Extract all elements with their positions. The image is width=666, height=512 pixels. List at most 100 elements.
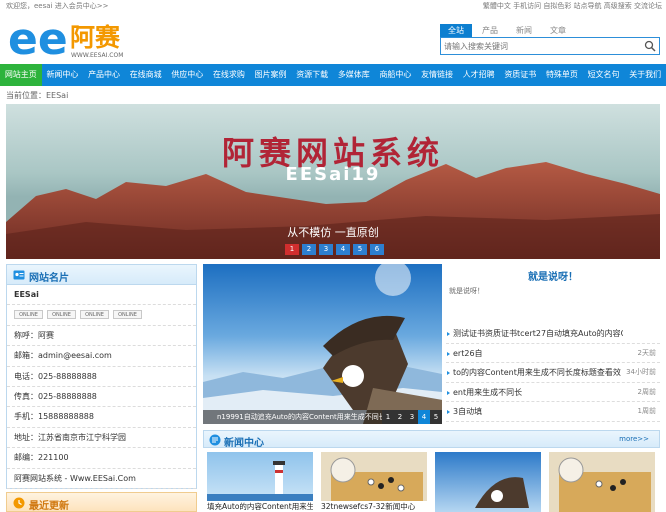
update-icon [13, 497, 25, 509]
news-more-link[interactable]: more>> [619, 435, 649, 443]
contact-fax: 传真：025-88888888 [7, 387, 196, 408]
top-bar: 欢迎您，eesai 进入会员中心>> 繁體中文 手机访问 自拟色彩 站点导航 高… [0, 0, 666, 12]
logo-brand: 阿赛 [70, 23, 121, 52]
news-thumb[interactable] [435, 452, 541, 512]
nav-item-about[interactable]: 关于我们 [624, 64, 666, 86]
list-item[interactable]: to的内容Content用来生成不同长度标题查看效 34小时前 [446, 363, 660, 383]
list-item[interactable]: ert26自 2天前 [446, 344, 660, 364]
top-links[interactable]: 繁體中文 手机访问 自拟色彩 站点导航 高级搜索 交流论坛 [483, 1, 662, 11]
list-item-title[interactable]: ent用来生成不同长 [453, 383, 522, 403]
featured-dot-5[interactable]: 5 [430, 410, 442, 424]
banner-dot-6[interactable]: 6 [370, 244, 384, 255]
list-item-title[interactable]: to的内容Content用来生成不同长度标题查看效 [453, 363, 621, 383]
site-logo[interactable]: ee 阿赛 WWW.EESAI.COM [6, 12, 134, 65]
search-tab-all[interactable]: 全站 [440, 24, 472, 37]
news-center-header: 新闻中心 more>> [203, 430, 660, 449]
featured-dot-4[interactable]: 4 [418, 410, 430, 424]
recent-updates-title: 最近更新 [29, 501, 69, 512]
nav-item-links[interactable]: 友情链接 [416, 64, 458, 86]
banner-dot-1[interactable]: 1 [285, 244, 299, 255]
banner-dot-4[interactable]: 4 [336, 244, 350, 255]
banner-slideshow[interactable]: 阿赛网站系统 EESai19 从不模仿 一直原创 1 2 3 4 5 6 [6, 104, 660, 259]
qq-online-button[interactable]: ONLINE [14, 310, 43, 320]
nav-item-news[interactable]: 新闻中心 [42, 64, 84, 86]
contact-name: 称呼：阿赛 [7, 326, 196, 347]
go-board-image-2 [558, 457, 651, 512]
news-thumb[interactable]: 32tnewsefcs7-32新闻中心 [321, 452, 427, 512]
banner-dot-5[interactable]: 5 [353, 244, 367, 255]
search-tabs: 全站 产品 新闻 文章 [440, 24, 574, 37]
news-thumb[interactable]: 填充Auto的内容Content用来生 [207, 452, 313, 512]
news-icon [209, 434, 221, 446]
logo-letters: ee [8, 14, 68, 62]
site-card: 网站名片 EESai ONLINE ONLINE ONLINE ONLINE 称呼：阿… [6, 264, 197, 489]
list-item-title[interactable]: 测试证书资质证书tcert27自动填充Auto的内容Content用来 [453, 324, 623, 344]
company-name: EESai [7, 285, 196, 306]
list-item-title[interactable]: ert26自 [453, 344, 483, 364]
news-thumbnails: 填充Auto的内容Content用来生 32tnewsefcs7-32新闻中心 [203, 452, 663, 512]
list-item-title[interactable]: 3自动填 [453, 402, 482, 422]
logo-site: WWW.EESAI.COM [71, 52, 123, 59]
featured-pager: 1 2 3 4 5 [382, 410, 442, 424]
nav-item-media[interactable]: 多媒体库 [333, 64, 375, 86]
list-item-time: 1周前 [637, 407, 656, 415]
nav-item-cases[interactable]: 图片案例 [250, 64, 292, 86]
headline-desc: 就是说呀！ [449, 287, 484, 295]
nav-item-jobs[interactable]: 人才招聘 [458, 64, 500, 86]
contact-zip: 邮编：221100 [7, 448, 196, 469]
site-link[interactable]: 阿赛网站系统 - Www.EESai.Com [7, 469, 196, 489]
nav-item-supply[interactable]: 供应中心 [167, 64, 209, 86]
search-box [440, 37, 660, 55]
site-card-header: 网站名片 [7, 265, 196, 285]
news-thumb-caption[interactable]: 32tnewsefcs7-32新闻中心 [321, 501, 427, 512]
search-tab-product[interactable]: 产品 [474, 24, 506, 37]
qq-online-button[interactable]: ONLINE [47, 310, 76, 320]
news-thumb-caption[interactable]: 填充Auto的内容Content用来生 [207, 501, 313, 512]
nav-item-shop[interactable]: 在线商城 [125, 64, 167, 86]
featured-slideshow[interactable]: n19991自动追充Auto的内容Content用来生成不同长 1 2 3 4 … [203, 264, 442, 424]
search-tab-article[interactable]: 文章 [542, 24, 574, 37]
search-icon[interactable] [644, 40, 656, 52]
nav-item-special[interactable]: 特殊单页 [541, 64, 583, 86]
nav-item-buy[interactable]: 在线求购 [208, 64, 250, 86]
banner-subtitle: EESai19 [285, 164, 381, 185]
search-input[interactable] [441, 38, 637, 54]
featured-dot-3[interactable]: 3 [406, 410, 418, 424]
nav-item-quotes[interactable]: 短文名句 [583, 64, 625, 86]
search-tab-news[interactable]: 新闻 [508, 24, 540, 37]
featured-dot-1[interactable]: 1 [382, 410, 394, 424]
nav-item-trade[interactable]: 商船中心 [375, 64, 417, 86]
nav-item-products[interactable]: 产品中心 [83, 64, 125, 86]
recent-updates-header: 最近更新 [6, 492, 197, 512]
list-item-time: 34小时前 [626, 368, 656, 376]
list-item[interactable]: ent用来生成不同长 2周前 [446, 383, 660, 403]
nav-item-home[interactable]: 网站主页 [0, 64, 42, 86]
breadcrumb: 当前位置：EESai [6, 91, 69, 100]
qq-online-button[interactable]: ONLINE [80, 310, 109, 320]
welcome-text[interactable]: 欢迎您，eesai 进入会员中心>> [6, 1, 108, 11]
eagle-image [203, 264, 442, 424]
list-item-time: 2天前 [637, 348, 656, 357]
headline-title[interactable]: 就是说呀！ [446, 268, 660, 283]
news-thumb[interactable] [549, 452, 655, 512]
qq-online-button[interactable]: ONLINE [113, 310, 142, 320]
contact-mobile: 手机：15888888888 [7, 407, 196, 428]
id-card-icon [13, 270, 25, 280]
main-nav: 网站主页 新闻中心 产品中心 在线商城 供应中心 在线求购 图片案例 资源下载 … [0, 64, 666, 86]
nav-item-downloads[interactable]: 资源下载 [291, 64, 333, 86]
contact-address: 地址：江苏省南京市江宁科学园 [7, 428, 196, 449]
banner-slogan: 从不模仿 一直原创 [287, 226, 379, 239]
nav-item-certs[interactable]: 资质证书 [500, 64, 542, 86]
featured-dot-2[interactable]: 2 [394, 410, 406, 424]
banner-pager: 1 2 3 4 5 6 [285, 244, 384, 255]
list-item[interactable]: 测试证书资质证书tcert27自动填充Auto的内容Content用来 [446, 324, 660, 344]
headline-panel: 就是说呀！ 就是说呀！ 测试证书资质证书tcert27自动填充Auto的内容Co… [446, 264, 660, 424]
banner-dot-2[interactable]: 2 [302, 244, 316, 255]
eagle-thumb-image [475, 477, 529, 508]
contact-email[interactable]: 邮箱：admin@eesai.com [7, 346, 196, 367]
qq-online-row: ONLINE ONLINE ONLINE ONLINE [7, 305, 196, 326]
headline-list: 测试证书资质证书tcert27自动填充Auto的内容Content用来 ert2… [446, 324, 660, 422]
contact-phone: 电话：025-88888888 [7, 367, 196, 387]
list-item[interactable]: 3自动填 1周前 [446, 402, 660, 422]
banner-dot-3[interactable]: 3 [319, 244, 333, 255]
